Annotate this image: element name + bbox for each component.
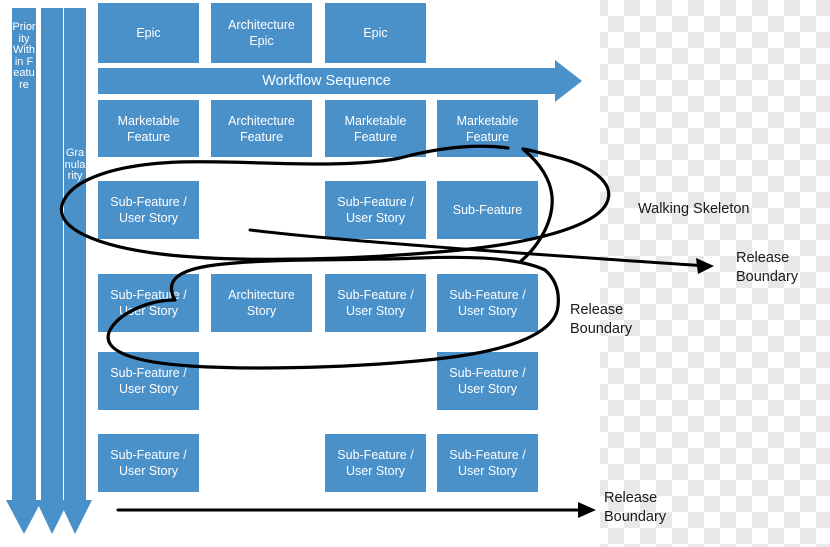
release-boundary-arrowhead-bottom	[578, 502, 596, 518]
walking-skeleton-loop	[59, 144, 611, 264]
release-boundary-label-bottom: Release Boundary	[604, 490, 667, 525]
release-boundary-arrowhead-top	[696, 258, 714, 274]
ink-annotations-svg	[59, 144, 714, 518]
walking-skeleton-label: Walking Skeleton	[638, 201, 750, 217]
release-boundary-label-top: Release Boundary	[736, 250, 799, 285]
release-boundary-loop	[106, 255, 560, 370]
diagram-canvas: Priority Within Feature Granularity Epic…	[0, 0, 830, 547]
release-boundary-label-middle: Release Boundary	[570, 302, 633, 337]
